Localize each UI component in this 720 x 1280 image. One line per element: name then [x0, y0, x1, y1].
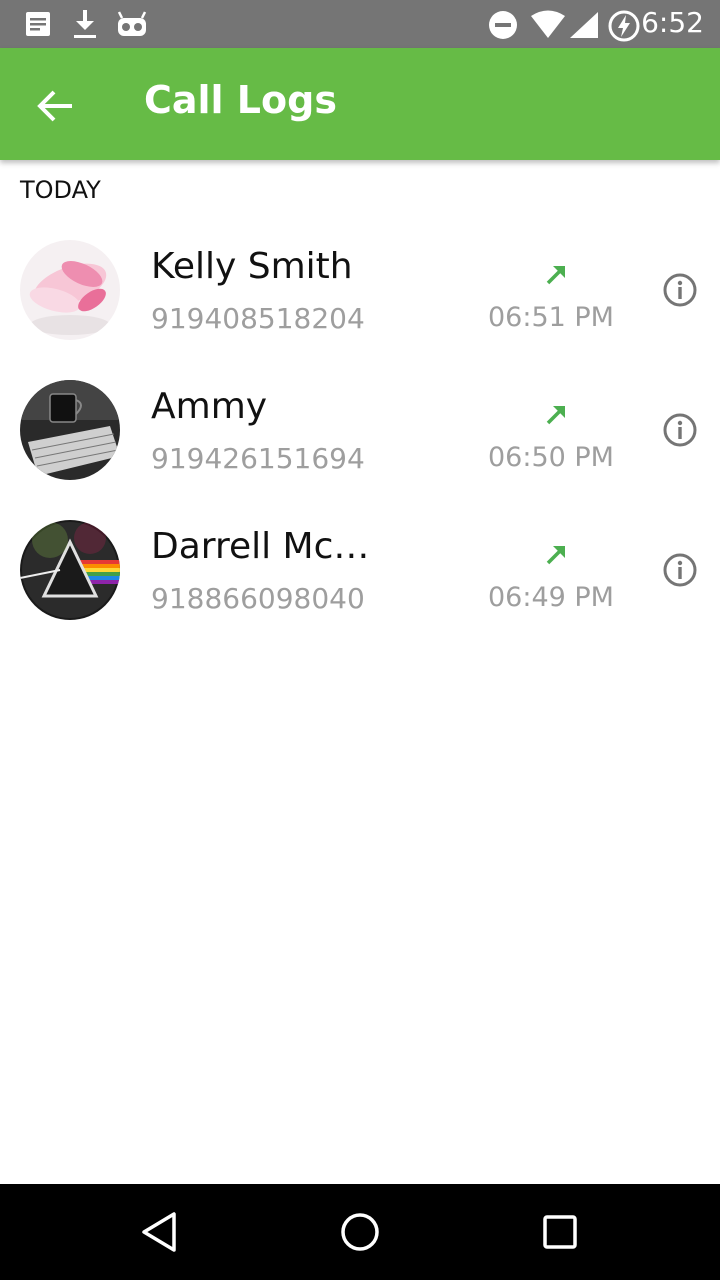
info-icon[interactable]: [662, 552, 698, 588]
outgoing-call-arrow-icon: [546, 546, 565, 565]
notes-icon: [26, 12, 50, 36]
back-button[interactable]: [28, 78, 84, 134]
home-circle-icon[interactable]: [338, 1210, 382, 1254]
outgoing-call-arrow-icon: [546, 266, 565, 285]
avatar: [20, 240, 120, 340]
contact-number: 919426151694: [151, 442, 365, 475]
recents-square-icon[interactable]: [538, 1210, 582, 1254]
contact-number: 919408518204: [151, 302, 365, 335]
contact-number: 918866098040: [151, 582, 365, 615]
status-time: 6:52: [641, 6, 704, 39]
avatar: [20, 380, 120, 480]
status-bar: 6:52: [0, 0, 720, 48]
contact-name: Kelly Smith: [151, 246, 353, 287]
navigation-bar: [0, 1184, 720, 1280]
call-log-row[interactable]: Darrell Mc… 918866098040 06:49 PM: [0, 520, 720, 660]
back-triangle-icon[interactable]: [138, 1210, 182, 1254]
arrow-back-icon: [37, 90, 72, 122]
page-title: Call Logs: [144, 78, 337, 122]
section-header-today: TODAY: [20, 176, 101, 204]
app-bar: Call Logs: [0, 48, 720, 160]
call-time: 06:49 PM: [488, 582, 614, 613]
contact-name: Darrell Mc…: [151, 526, 370, 567]
download-icon: [74, 10, 96, 38]
battery-charging-icon: [608, 10, 640, 42]
info-icon[interactable]: [662, 412, 698, 448]
call-log-row[interactable]: Ammy 919426151694 06:50 PM: [0, 380, 720, 520]
cell-signal-icon: [570, 12, 598, 38]
do-not-disturb-icon: [489, 11, 517, 39]
contact-name: Ammy: [151, 386, 268, 427]
call-time: 06:50 PM: [488, 442, 614, 473]
outgoing-call-arrow-icon: [546, 406, 565, 425]
info-icon[interactable]: [662, 272, 698, 308]
call-time: 06:51 PM: [488, 302, 614, 333]
avatar: [20, 520, 120, 620]
android-robot-icon: [117, 11, 147, 36]
wifi-icon: [531, 10, 565, 38]
call-log-row[interactable]: Kelly Smith 919408518204 06:51 PM: [0, 240, 720, 380]
